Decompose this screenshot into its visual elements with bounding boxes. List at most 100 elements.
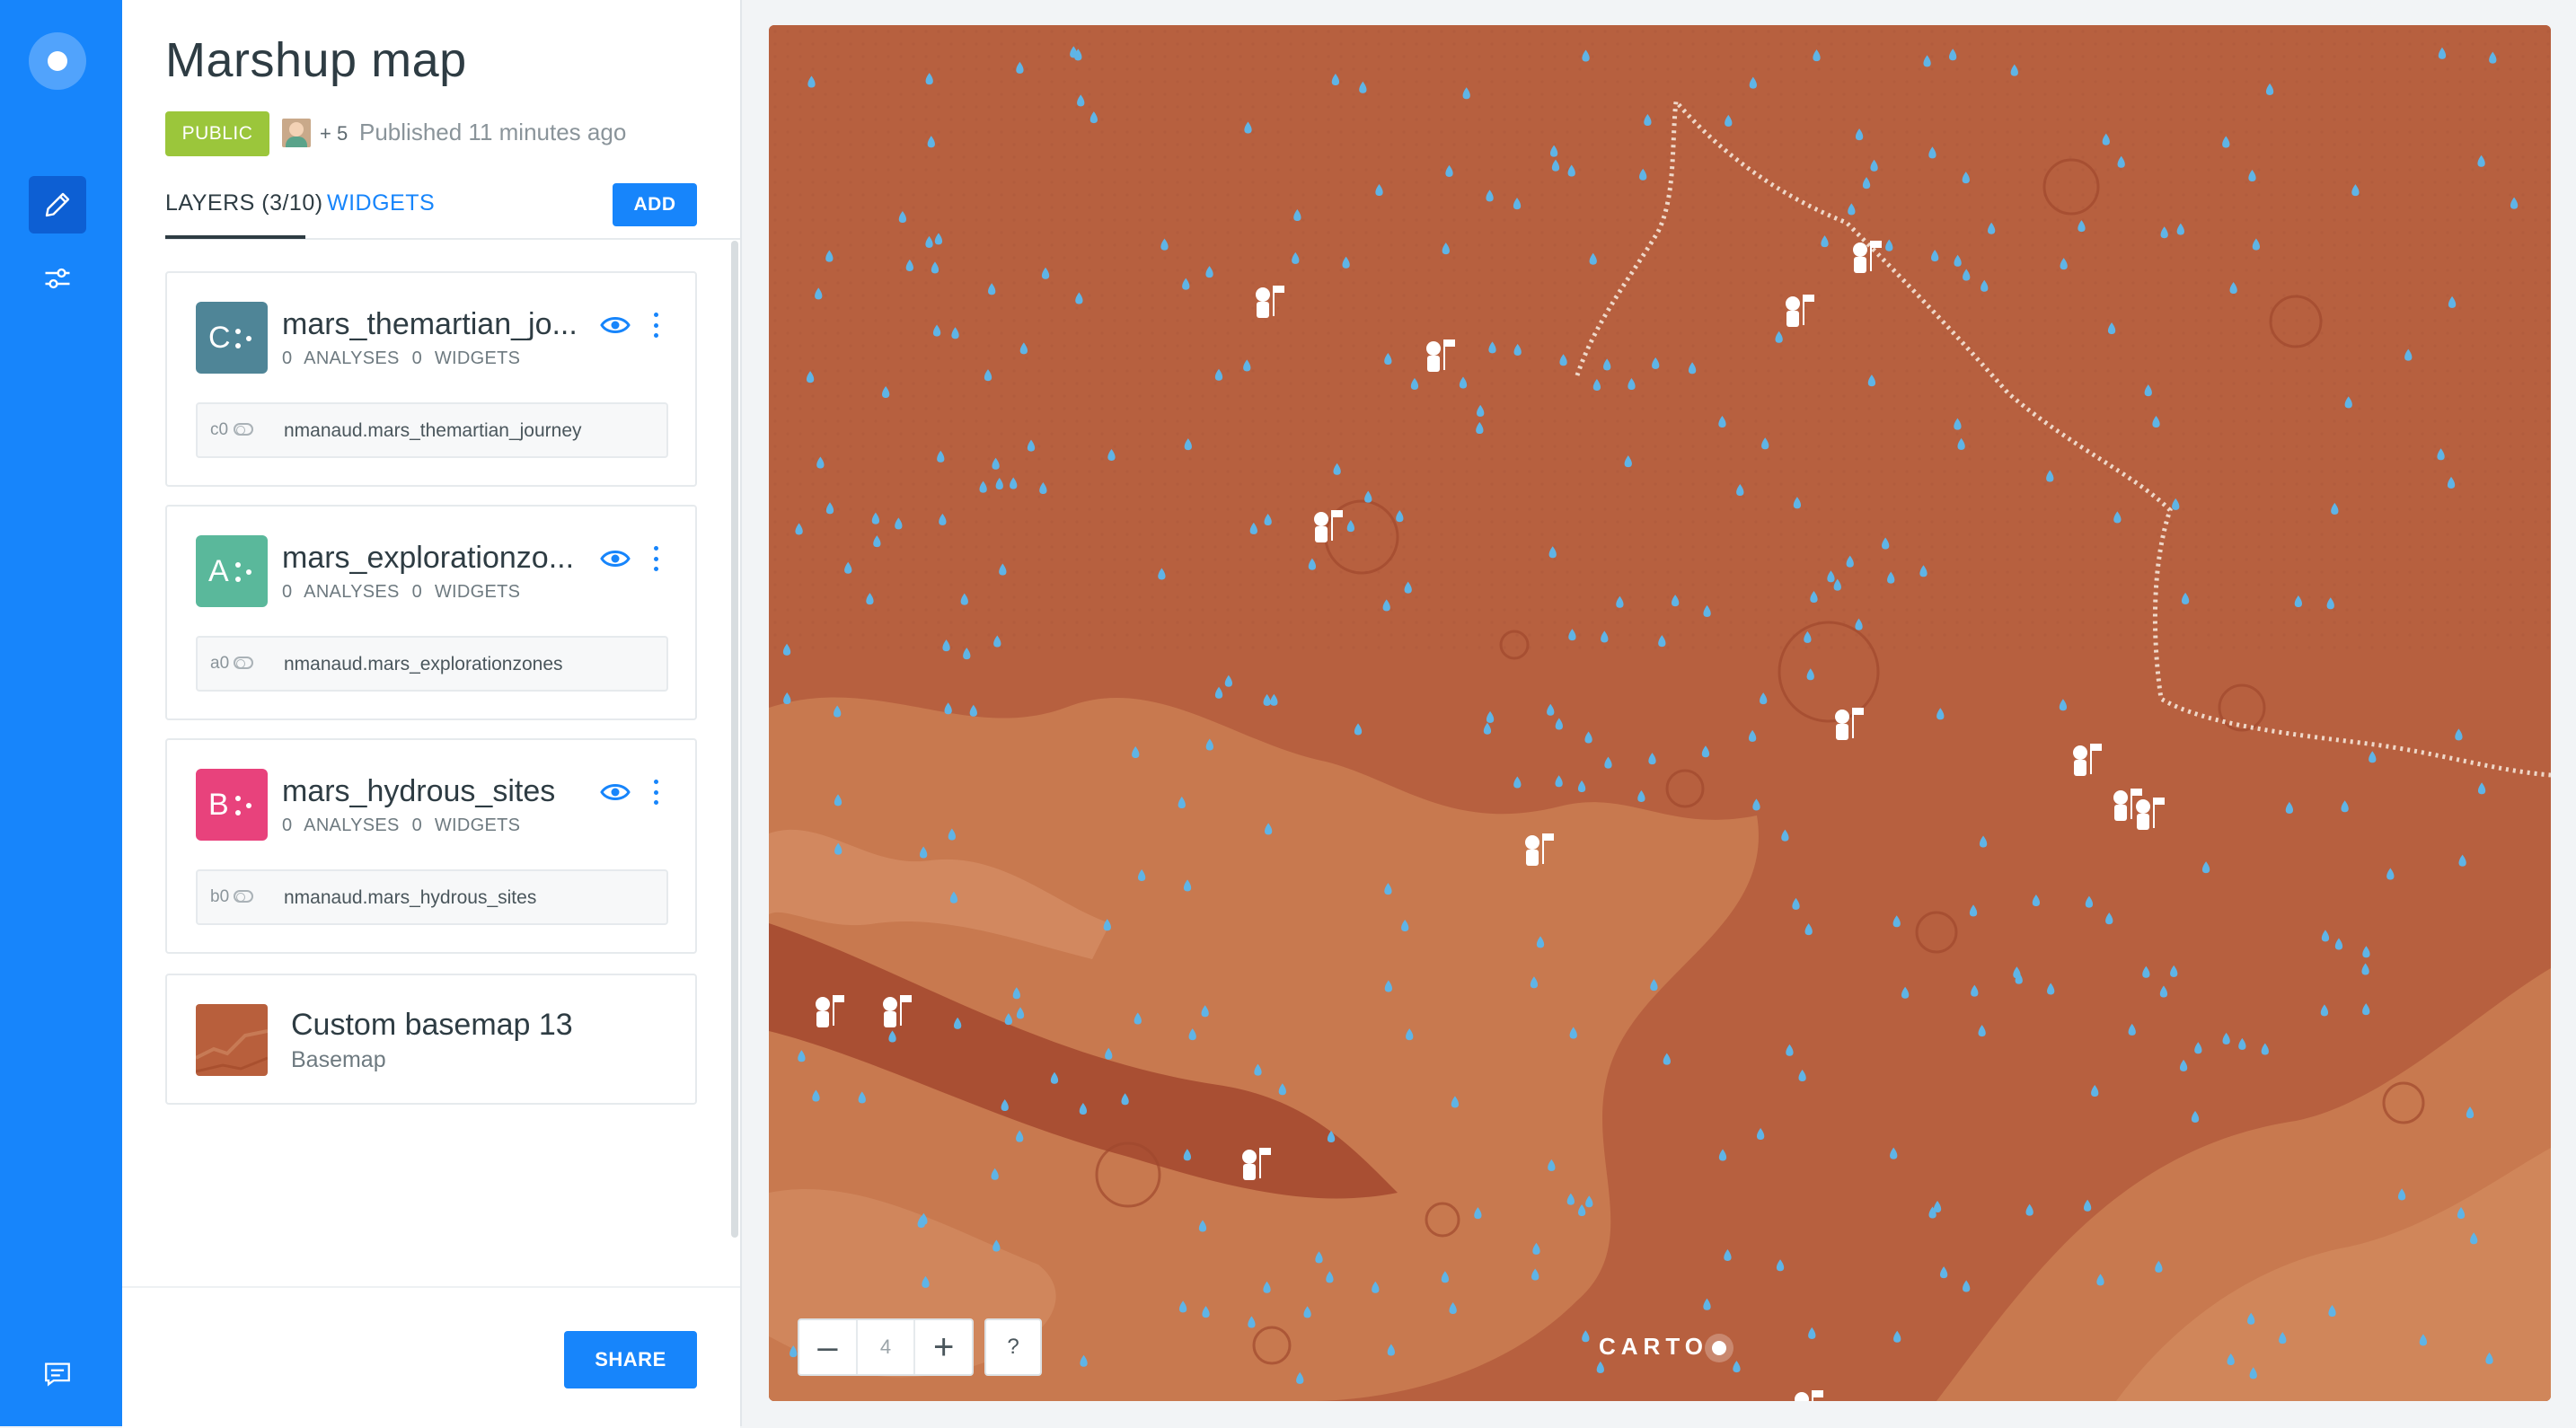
water-drop-marker[interactable]: [1644, 114, 1652, 127]
water-drop-marker[interactable]: [2477, 782, 2486, 795]
water-drop-marker[interactable]: [1848, 203, 1856, 216]
water-drop-marker[interactable]: [1971, 984, 1979, 997]
water-drop-marker[interactable]: [2117, 155, 2125, 168]
water-drop-marker[interactable]: [1004, 1013, 1012, 1026]
water-drop-marker[interactable]: [1882, 537, 1890, 550]
water-drop-marker[interactable]: [1315, 1251, 1323, 1264]
water-drop-marker[interactable]: [1936, 708, 1945, 720]
water-drop-marker[interactable]: [1248, 1316, 1256, 1328]
water-drop-marker[interactable]: [1981, 279, 1989, 292]
layer-card[interactable]: C mars_themartian_jo... 0 ANALYSES 0 WID…: [165, 271, 697, 487]
water-drop-marker[interactable]: [1372, 1281, 1380, 1293]
water-drop-marker[interactable]: [1244, 121, 1252, 134]
water-drop-marker[interactable]: [1016, 1007, 1025, 1019]
water-drop-marker[interactable]: [1401, 920, 1409, 932]
water-drop-marker[interactable]: [1354, 723, 1363, 736]
water-drop-marker[interactable]: [1303, 1306, 1311, 1318]
water-drop-marker[interactable]: [1616, 595, 1624, 608]
water-drop-marker[interactable]: [2201, 861, 2210, 874]
water-drop-marker[interactable]: [1513, 198, 1522, 210]
water-drop-marker[interactable]: [2404, 348, 2413, 361]
water-drop-marker[interactable]: [2419, 1334, 2428, 1346]
water-drop-marker[interactable]: [2261, 1043, 2269, 1055]
water-drop-marker[interactable]: [1183, 879, 1192, 892]
water-drop-marker[interactable]: [1384, 352, 1392, 365]
water-drop-marker[interactable]: [1012, 987, 1020, 1000]
water-drop-marker[interactable]: [1867, 375, 1876, 387]
water-drop-marker[interactable]: [2227, 1353, 2235, 1366]
water-drop-marker[interactable]: [1090, 111, 1098, 124]
water-drop-marker[interactable]: [1132, 745, 1140, 758]
water-drop-marker[interactable]: [806, 371, 815, 383]
water-drop-marker[interactable]: [1445, 164, 1453, 177]
water-drop-marker[interactable]: [1198, 1220, 1207, 1232]
water-drop-marker[interactable]: [1568, 629, 1576, 641]
water-drop-marker[interactable]: [1050, 1071, 1059, 1084]
water-drop-marker[interactable]: [2386, 868, 2395, 880]
water-drop-marker[interactable]: [783, 692, 791, 705]
layer-options-icon[interactable]: [645, 539, 666, 578]
feedback-chat-icon[interactable]: [29, 1345, 86, 1403]
water-drop-marker[interactable]: [1577, 780, 1586, 792]
water-drop-marker[interactable]: [844, 561, 852, 574]
water-drop-marker[interactable]: [1939, 1266, 1948, 1279]
water-drop-marker[interactable]: [1326, 1271, 1334, 1283]
water-drop-marker[interactable]: [931, 261, 940, 274]
water-drop-marker[interactable]: [2458, 854, 2466, 867]
water-drop-marker[interactable]: [1793, 497, 1802, 509]
water-drop-marker[interactable]: [1160, 238, 1169, 251]
water-drop-marker[interactable]: [1928, 146, 1936, 159]
water-drop-marker[interactable]: [873, 535, 881, 548]
water-drop-marker[interactable]: [815, 287, 823, 300]
water-drop-marker[interactable]: [1650, 979, 1658, 992]
water-drop-marker[interactable]: [2085, 895, 2094, 908]
water-drop-marker[interactable]: [1808, 1327, 1816, 1339]
water-drop-marker[interactable]: [1648, 753, 1656, 765]
water-drop-marker[interactable]: [2160, 226, 2168, 239]
layer-options-icon[interactable]: [645, 305, 666, 345]
astronaut-marker-icon[interactable]: [1786, 295, 1814, 327]
water-drop-marker[interactable]: [2485, 1352, 2493, 1364]
edit-pencil-icon[interactable]: [29, 176, 86, 234]
water-drop-marker[interactable]: [963, 648, 971, 660]
water-drop-marker[interactable]: [984, 369, 992, 382]
water-drop-marker[interactable]: [2437, 448, 2445, 461]
water-drop-marker[interactable]: [1549, 145, 1558, 157]
water-drop-marker[interactable]: [1567, 164, 1575, 177]
water-drop-marker[interactable]: [1688, 362, 1697, 375]
water-drop-marker[interactable]: [1893, 1330, 1901, 1343]
water-drop-marker[interactable]: [1969, 904, 1978, 917]
water-drop-marker[interactable]: [2447, 476, 2456, 489]
tab-widgets[interactable]: WIDGETS: [327, 190, 435, 216]
water-drop-marker[interactable]: [1804, 923, 1813, 936]
water-drop-marker[interactable]: [895, 517, 903, 530]
tab-layers[interactable]: LAYERS (3/10): [165, 190, 323, 216]
water-drop-marker[interactable]: [2222, 1032, 2230, 1045]
water-drop-marker[interactable]: [937, 450, 945, 463]
water-drop-marker[interactable]: [1855, 128, 1864, 141]
water-drop-marker[interactable]: [949, 891, 958, 904]
water-drop-marker[interactable]: [1988, 222, 1996, 234]
help-button[interactable]: ?: [984, 1318, 1042, 1376]
astronaut-marker-icon[interactable]: [2073, 744, 2102, 776]
water-drop-marker[interactable]: [2144, 384, 2152, 397]
water-drop-marker[interactable]: [1513, 343, 1522, 356]
water-drop-marker[interactable]: [1182, 278, 1190, 290]
astronaut-marker-icon[interactable]: [1426, 339, 1455, 372]
water-drop-marker[interactable]: [1041, 267, 1050, 279]
water-drop-marker[interactable]: [1205, 266, 1213, 278]
water-drop-marker[interactable]: [1474, 1207, 1482, 1220]
water-drop-marker[interactable]: [1978, 1025, 1986, 1037]
water-drop-marker[interactable]: [1364, 490, 1372, 503]
water-drop-marker[interactable]: [2331, 502, 2339, 515]
water-drop-marker[interactable]: [2341, 800, 2349, 813]
water-drop-marker[interactable]: [1184, 438, 1192, 451]
water-drop-marker[interactable]: [1396, 510, 1404, 523]
water-drop-marker[interactable]: [979, 480, 987, 493]
water-drop-marker[interactable]: [1776, 1259, 1785, 1272]
water-drop-marker[interactable]: [2326, 597, 2334, 610]
water-drop-marker[interactable]: [1954, 254, 1962, 267]
water-drop-marker[interactable]: [825, 250, 834, 262]
water-drop-marker[interactable]: [2466, 1106, 2475, 1119]
water-drop-marker[interactable]: [1551, 159, 1560, 172]
